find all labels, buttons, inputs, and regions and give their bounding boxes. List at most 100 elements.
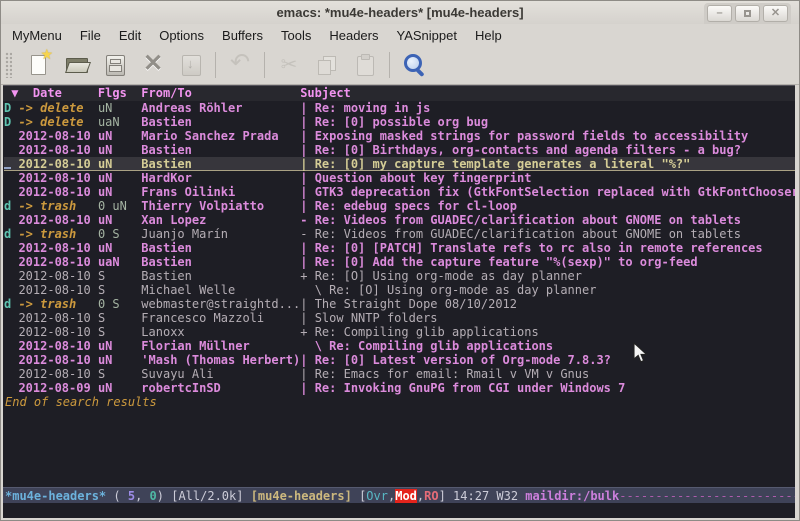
col-flags: uN	[98, 171, 141, 185]
col-date: 2012-08-10	[18, 255, 97, 269]
col-flags: S	[98, 311, 141, 325]
col-date: -> trash	[18, 297, 97, 311]
modeline-segment: -------------------------	[619, 489, 795, 503]
col-subj: + Re: [O] Using org-mode as day planner	[300, 269, 582, 283]
message-row[interactable]: 2012-08-10 uN Bastien | Re: [0] [PATCH] …	[4, 241, 795, 255]
col-from: robertcInSD	[141, 381, 300, 395]
message-row[interactable]: 2012-08-09 uN robertcInSD | Re: Invoking…	[4, 381, 795, 395]
col-flags: uN	[98, 213, 141, 227]
message-row[interactable]: 2012-08-10 S Michael Welle \ Re: [O] Usi…	[4, 283, 795, 297]
col-subj: | Re: [0] Latest version of Org-mode 7.8…	[300, 353, 611, 367]
message-row[interactable]: 2012-08-10 uN Florian Müllner \ Re: Comp…	[4, 339, 795, 353]
message-row[interactable]: 2012-08-10 S Suvayu Ali | Re: Emacs for …	[4, 367, 795, 381]
modeline-segment: Ovr	[366, 489, 388, 503]
col-subj: \ Re: Compiling glib applications	[300, 339, 553, 353]
close-button[interactable]: ✕	[763, 5, 788, 22]
col-flags: 0 uN	[98, 199, 141, 213]
col-date: 2012-08-10	[18, 353, 97, 367]
undo-icon: ↶	[227, 52, 253, 78]
menu-item-mymenu[interactable]: MyMenu	[3, 26, 71, 45]
col-flags: uN	[98, 241, 141, 255]
echo-area[interactable]	[3, 503, 795, 518]
col-from: Bastien	[141, 115, 300, 129]
copy-icon	[314, 52, 340, 78]
modeline-segment: ] 14:27 W32	[439, 489, 526, 503]
col-marker: D	[4, 115, 18, 129]
col-subj: | Exposing masked strings for password f…	[300, 129, 748, 143]
col-flags: uaN	[98, 255, 141, 269]
new-file-icon[interactable]	[26, 52, 52, 78]
message-row[interactable]: 2012-08-10 uN Xan Lopez - Re: Videos fro…	[4, 213, 795, 227]
message-row[interactable]: d -> trash 0 S Juanjo Marín - Re: Videos…	[4, 227, 795, 241]
modeline-segment: *mu4e-headers*	[5, 489, 106, 503]
col-from: 'Mash (Thomas Herbert)	[141, 353, 300, 367]
end-of-results-label: End of search results	[4, 395, 795, 409]
maximize-button[interactable]	[735, 5, 760, 22]
col-date: 2012-08-10	[18, 283, 97, 297]
col-flags: uN	[98, 101, 141, 115]
col-date: 2012-08-10	[18, 367, 97, 381]
message-row[interactable]: 2012-08-10 uN 'Mash (Thomas Herbert)| Re…	[4, 353, 795, 367]
menu-item-buffers[interactable]: Buffers	[213, 26, 272, 45]
col-flags: uN	[98, 381, 141, 395]
col-subj: | Re: [0] Birthdays, org-contacts and ag…	[300, 143, 741, 157]
modeline-segment: ,	[135, 489, 149, 503]
col-subj: | Re: [0] Add the capture feature "%(sex…	[300, 255, 697, 269]
open-folder-icon[interactable]	[64, 52, 90, 78]
menu-item-file[interactable]: File	[71, 26, 110, 45]
col-from: Mario Sanchez Prada	[141, 129, 300, 143]
message-row[interactable]: 2012-08-10 uaN Bastien | Re: [0] Add the…	[4, 255, 795, 269]
col-marker	[4, 353, 18, 367]
message-row[interactable]: 2012-08-10 uN Frans Oilinki | GTK3 depre…	[4, 185, 795, 199]
col-subj: | Re: Emacs for email: Rmail v VM v Gnus	[300, 367, 589, 381]
message-row[interactable]: D -> delete uN Andreas Röhler | Re: movi…	[4, 101, 795, 115]
message-row[interactable]: 2012-08-10 S Francesco Mazzoli | Slow NN…	[4, 311, 795, 325]
message-row[interactable]: 2012-08-10 uN Mario Sanchez Prada | Expo…	[4, 129, 795, 143]
message-row[interactable]: d -> trash 0 S webmaster@straightd...| T…	[4, 297, 795, 311]
col-date: 2012-08-10	[18, 213, 97, 227]
col-marker	[4, 367, 18, 381]
minimize-button[interactable]: –	[707, 5, 732, 22]
search-icon[interactable]	[401, 52, 427, 78]
fringe-cursor	[4, 167, 11, 169]
mu4e-headers-buffer: ▼ Date Flgs From/To Subject D -> delete …	[3, 85, 795, 518]
toolbar-grip-handle[interactable]	[5, 52, 12, 78]
col-from: Bastien	[141, 157, 300, 171]
col-from: Andreas Röhler	[141, 101, 300, 115]
message-row[interactable]: 2012-08-10 uN Bastien | Re: [0] my captu…	[4, 157, 795, 171]
close-x-icon[interactable]: ✕	[140, 52, 166, 78]
message-row[interactable]: 2012-08-10 uN Bastien | Re: [0] Birthday…	[4, 143, 795, 157]
col-flags: 0 S	[98, 297, 141, 311]
message-row[interactable]: 2012-08-10 S Bastien + Re: [O] Using org…	[4, 269, 795, 283]
col-marker	[4, 171, 18, 185]
col-flags: S	[98, 367, 141, 381]
col-subj: | Re: [0] [PATCH] Translate refs to rc a…	[300, 241, 762, 255]
menu-item-options[interactable]: Options	[150, 26, 213, 45]
col-from: Thierry Volpiatto	[141, 199, 300, 213]
menu-item-headers[interactable]: Headers	[320, 26, 387, 45]
col-marker	[4, 283, 18, 297]
menu-item-tools[interactable]: Tools	[272, 26, 320, 45]
col-from: webmaster@straightd...	[141, 297, 300, 311]
titlebar[interactable]: emacs: *mu4e-headers* [mu4e-headers] –✕	[1, 1, 799, 24]
menu-item-edit[interactable]: Edit	[110, 26, 150, 45]
menu-item-yasnippet[interactable]: YASnippet	[387, 26, 465, 45]
col-subj: - Re: Videos from GUADEC/clarification a…	[300, 213, 741, 227]
menu-item-help[interactable]: Help	[466, 26, 511, 45]
modeline-segment: ) [All/2.0k]	[157, 489, 251, 503]
col-from: HardKor	[141, 171, 300, 185]
col-flags: uN	[98, 129, 141, 143]
save-icon[interactable]	[102, 52, 128, 78]
modeline-segment: Mod	[395, 489, 417, 503]
column-header-line[interactable]: ▼ Date Flgs From/To Subject	[3, 86, 795, 101]
message-row[interactable]: d -> trash 0 uN Thierry Volpiatto | Re: …	[4, 199, 795, 213]
message-row[interactable]: D -> delete uaN Bastien | Re: [0] possib…	[4, 115, 795, 129]
col-flags: S	[98, 269, 141, 283]
col-date: 2012-08-10	[18, 325, 97, 339]
modeline-segment: maildir:/bulk	[525, 489, 619, 503]
message-row[interactable]: 2012-08-10 S Lanoxx + Re: Compiling glib…	[4, 325, 795, 339]
col-marker: D	[4, 101, 18, 115]
cut-icon: ✂	[276, 52, 302, 78]
col-from: Juanjo Marín	[141, 227, 300, 241]
message-row[interactable]: 2012-08-10 uN HardKor | Question about k…	[4, 171, 795, 185]
